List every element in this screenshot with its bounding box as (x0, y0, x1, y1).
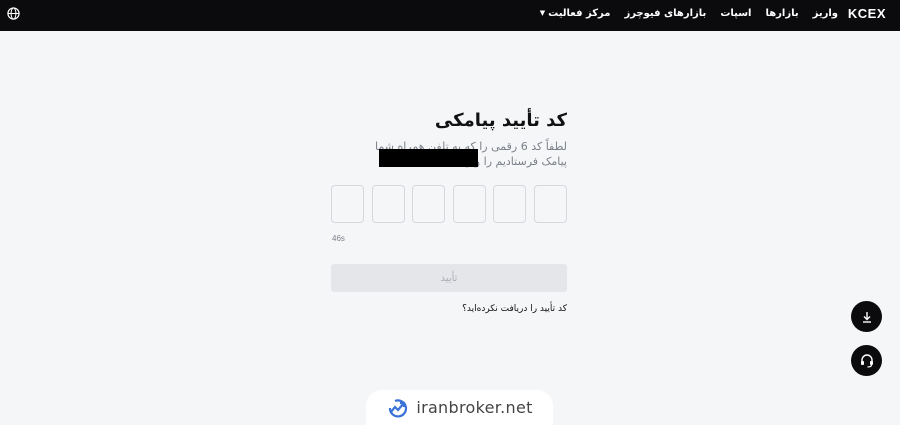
logo[interactable]: KCEX (848, 6, 886, 21)
nav-deposit[interactable]: واریز (813, 8, 838, 19)
otp-digit-3[interactable] (412, 185, 445, 223)
watermark-text: iranbroker.net (416, 398, 533, 417)
otp-digit-1[interactable] (331, 185, 364, 223)
globe-icon[interactable] (7, 7, 20, 20)
chevron-down-icon: ▼ (539, 8, 546, 17)
resend-code-link[interactable]: کد تأیید را دریافت نکرده‌اید؟ (462, 304, 567, 314)
otp-digit-4[interactable] (453, 185, 486, 223)
nav-spot[interactable]: اسپات (720, 8, 751, 19)
top-navbar: واریز بازارها اسپات بازارهای فیوچرز مرکز… (0, 0, 900, 31)
resend-timer: 46s (332, 234, 345, 243)
confirm-button[interactable]: تأیید (331, 264, 567, 292)
growth-chart-icon (389, 398, 408, 417)
nav-markets[interactable]: بازارها (765, 8, 798, 19)
support-button[interactable] (851, 345, 882, 376)
nav-futures[interactable]: بازارهای فیوچرز (624, 8, 706, 19)
watermark: iranbroker.net (366, 390, 553, 425)
otp-digit-2[interactable] (372, 185, 405, 223)
redacted-phone-number (379, 149, 478, 167)
otp-digit-5[interactable] (493, 185, 526, 223)
download-button[interactable] (851, 301, 882, 332)
page-title: کد تأیید پیامکی (434, 110, 567, 131)
nav-activity-center-label: مرکز فعالیت (548, 7, 611, 19)
headset-icon (860, 353, 873, 368)
main-nav: واریز بازارها اسپات بازارهای فیوچرز مرکز… (540, 0, 838, 26)
otp-digit-6[interactable] (534, 185, 567, 223)
otp-input-group (331, 185, 567, 223)
nav-activity-center[interactable]: مرکز فعالیت▼ (540, 8, 611, 19)
download-icon (862, 311, 871, 323)
